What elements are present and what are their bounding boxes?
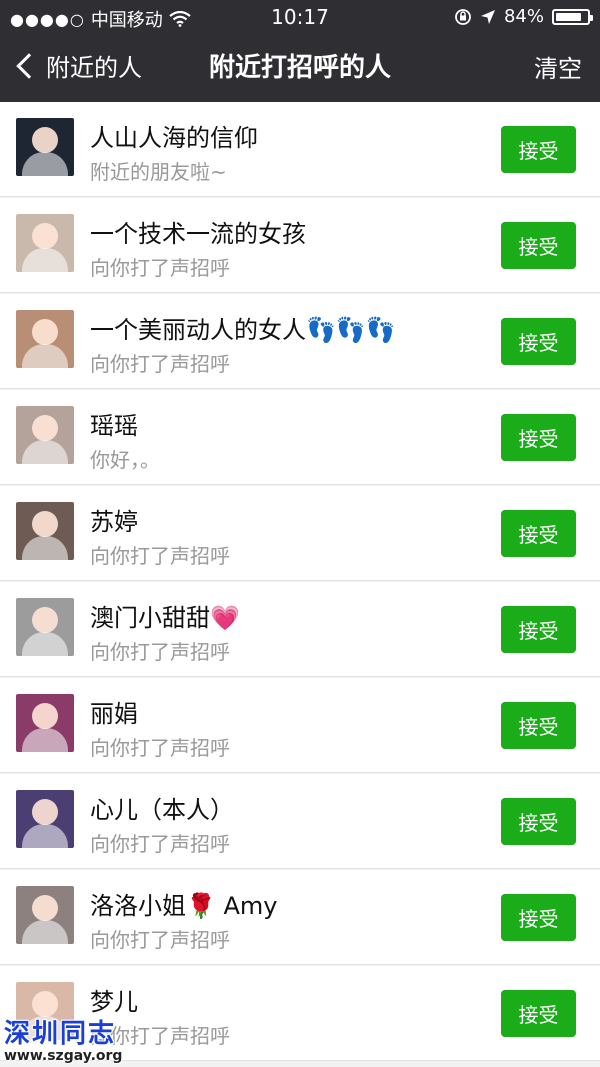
accept-button[interactable]: 接受: [501, 894, 576, 941]
contact-name: 人山人海的信仰: [90, 124, 258, 152]
greeting-request-list: 人山人海的信仰 附近的朋友啦~ 接受 一个技术一流的女孩 向你打了声招呼 接受 …: [0, 102, 600, 1067]
clear-button[interactable]: 清空: [534, 49, 582, 84]
greeting-message: 向你打了声招呼: [90, 832, 230, 856]
contact-name: 梦儿: [90, 988, 138, 1016]
list-item[interactable]: 洛洛小姐🌹 Amy 向你打了声招呼 接受: [0, 870, 600, 965]
contact-name: 一个美丽动人的女人👣👣👣: [90, 316, 396, 344]
watermark-url: www.szgay.org: [4, 1048, 123, 1064]
list-item[interactable]: 一个技术一流的女孩 向你打了声招呼 接受: [0, 198, 600, 293]
contact-name: 澳门小甜甜💗: [90, 604, 240, 632]
avatar[interactable]: [16, 790, 74, 848]
accept-button[interactable]: 接受: [501, 990, 576, 1037]
contact-name: 丽娟: [90, 700, 138, 728]
avatar[interactable]: [16, 598, 74, 656]
battery-percent: 84%: [503, 6, 544, 27]
greeting-message: 向你打了声招呼: [90, 256, 230, 280]
contact-name: 一个技术一流的女孩: [90, 220, 306, 248]
list-item[interactable]: 一个美丽动人的女人👣👣👣 向你打了声招呼 接受: [0, 294, 600, 389]
accept-button[interactable]: 接受: [501, 606, 576, 653]
rotation-lock-icon: [455, 8, 471, 25]
accept-button[interactable]: 接受: [501, 702, 576, 749]
watermark-title: 深圳同志: [4, 1019, 117, 1049]
greeting-message: 向你打了声招呼: [90, 352, 230, 376]
avatar[interactable]: [16, 214, 74, 272]
battery-icon: [552, 8, 593, 25]
greeting-message: 向你打了声招呼: [90, 736, 230, 760]
contact-name: 心儿（本人）: [90, 796, 234, 824]
greeting-message: 附近的朋友啦~: [90, 160, 227, 184]
accept-button[interactable]: 接受: [501, 126, 576, 173]
status-bar: ●●●●○ 中国移动 10:17 84%: [0, 0, 600, 34]
contact-name: 苏婷: [90, 508, 138, 536]
accept-button[interactable]: 接受: [501, 222, 576, 269]
page-title: 附近打招呼的人: [208, 53, 391, 83]
list-item[interactable]: 苏婷 向你打了声招呼 接受: [0, 486, 600, 581]
contact-name: 瑶瑶: [90, 412, 138, 440]
top-bar: ●●●●○ 中国移动 10:17 84% 附近的人 附近打招呼的人 清空: [0, 0, 600, 102]
greeting-message: 向你打了声招呼: [90, 640, 230, 664]
accept-button[interactable]: 接受: [501, 414, 576, 461]
list-item[interactable]: 澳门小甜甜💗 向你打了声招呼 接受: [0, 582, 600, 677]
avatar[interactable]: [16, 118, 74, 176]
accept-button[interactable]: 接受: [501, 318, 576, 365]
accept-button[interactable]: 接受: [501, 510, 576, 557]
greeting-message: 向你打了声招呼: [90, 928, 230, 952]
watermark: 深圳同志 www.szgay.org: [4, 1013, 122, 1064]
accept-button[interactable]: 接受: [501, 798, 576, 845]
list-item[interactable]: 心儿（本人） 向你打了声招呼 接受: [0, 774, 600, 869]
list-item[interactable]: 瑶瑶 你好，。 接受: [0, 390, 600, 485]
contact-name: 洛洛小姐🌹 Amy: [90, 892, 278, 920]
avatar[interactable]: [16, 886, 74, 944]
list-item[interactable]: 人山人海的信仰 附近的朋友啦~ 接受: [0, 102, 600, 197]
avatar[interactable]: [16, 310, 74, 368]
navigation-bar: 附近的人 附近打招呼的人 清空: [0, 34, 600, 102]
avatar[interactable]: [16, 406, 74, 464]
avatar[interactable]: [16, 502, 74, 560]
list-item[interactable]: 丽娟 向你打了声招呼 接受: [0, 678, 600, 773]
greeting-message: 你好，。: [90, 448, 160, 472]
avatar[interactable]: [16, 694, 74, 752]
location-arrow-icon: [480, 9, 495, 24]
greeting-message: 向你打了声招呼: [90, 544, 230, 568]
